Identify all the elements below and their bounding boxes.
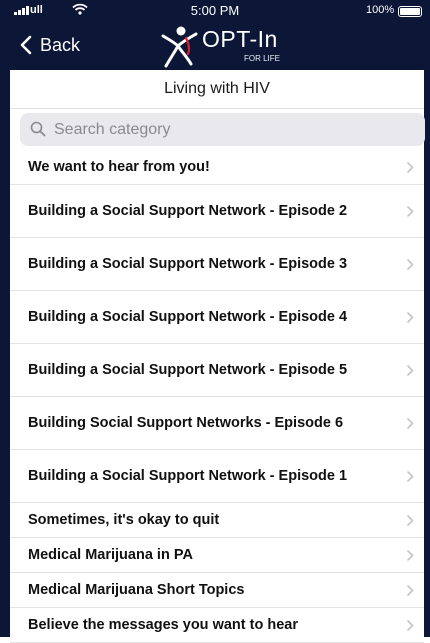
list-item-label: Building a Social Support Network - Epis… [28, 362, 348, 378]
chevron-right-icon [406, 619, 414, 632]
chevron-right-icon [406, 470, 414, 483]
chevron-right-icon [406, 258, 414, 271]
list-item[interactable]: Medical Marijuana Short Topics [10, 573, 424, 608]
list-item-label: Building a Social Support Network - Epis… [28, 309, 348, 325]
list-item[interactable]: Building a Social Support Network - Epis… [10, 291, 424, 344]
chevron-right-icon [406, 584, 414, 597]
frame-left [0, 0, 10, 637]
app-header: ull 5:00 PM 100% Back OPT-In FOR LIFE [0, 0, 430, 70]
chevron-right-icon [406, 205, 414, 218]
chevron-right-icon [406, 161, 414, 174]
chevron-right-icon [406, 514, 414, 527]
list-item[interactable]: Building a Social Support Network - Epis… [10, 185, 424, 238]
search-bar[interactable] [20, 113, 425, 146]
list-item[interactable]: We want to hear from you! [10, 150, 424, 185]
back-button[interactable]: Back [16, 34, 80, 56]
logo-subtext: FOR LIFE [244, 54, 281, 63]
category-list: We want to hear from you! Building a Soc… [10, 150, 424, 643]
chevron-right-icon [406, 311, 414, 324]
list-item[interactable]: Building a Social Support Network - Epis… [10, 238, 424, 291]
status-bar: ull 5:00 PM 100% [0, 0, 430, 20]
back-label: Back [40, 34, 81, 55]
list-item-label: Building a Social Support Network - Epis… [28, 203, 348, 219]
list-item[interactable]: Building Social Support Networks - Episo… [10, 397, 424, 450]
chevron-right-icon [406, 549, 414, 562]
list-item-label: Building Social Support Networks - Episo… [28, 415, 344, 431]
logo-figure-icon [161, 26, 198, 68]
back-chevron-icon [20, 35, 32, 55]
page-title: Living with HIV [10, 70, 424, 109]
list-item-label: Sometimes, it's okay to quit [28, 512, 220, 528]
list-item-label: Medical Marijuana in PA [28, 547, 193, 563]
list-item[interactable]: Believe the messages you want to hear [10, 608, 424, 643]
list-item-label: Building a Social Support Network - Epis… [28, 256, 348, 272]
list-item[interactable]: Building a Social Support Network - Epis… [10, 344, 424, 397]
search-icon [30, 121, 46, 137]
battery-icon [398, 6, 422, 17]
frame-right [424, 0, 430, 637]
battery-percent: 100% [366, 4, 395, 16]
list-item-label: Building a Social Support Network - Epis… [28, 468, 348, 484]
list-item[interactable]: Building a Social Support Network - Epis… [10, 450, 424, 503]
chevron-right-icon [406, 364, 414, 377]
list-item[interactable]: Sometimes, it's okay to quit [10, 503, 424, 538]
app-logo: OPT-In FOR LIFE [160, 24, 290, 68]
chevron-right-icon [406, 417, 414, 430]
search-input[interactable] [54, 118, 414, 142]
logo-text: OPT-In [202, 26, 278, 52]
list-item-label: Medical Marijuana Short Topics [28, 582, 245, 598]
list-item-label: Believe the messages you want to hear [28, 617, 298, 633]
list-item[interactable]: Medical Marijuana in PA [10, 538, 424, 573]
list-item-label: We want to hear from you! [28, 159, 210, 175]
